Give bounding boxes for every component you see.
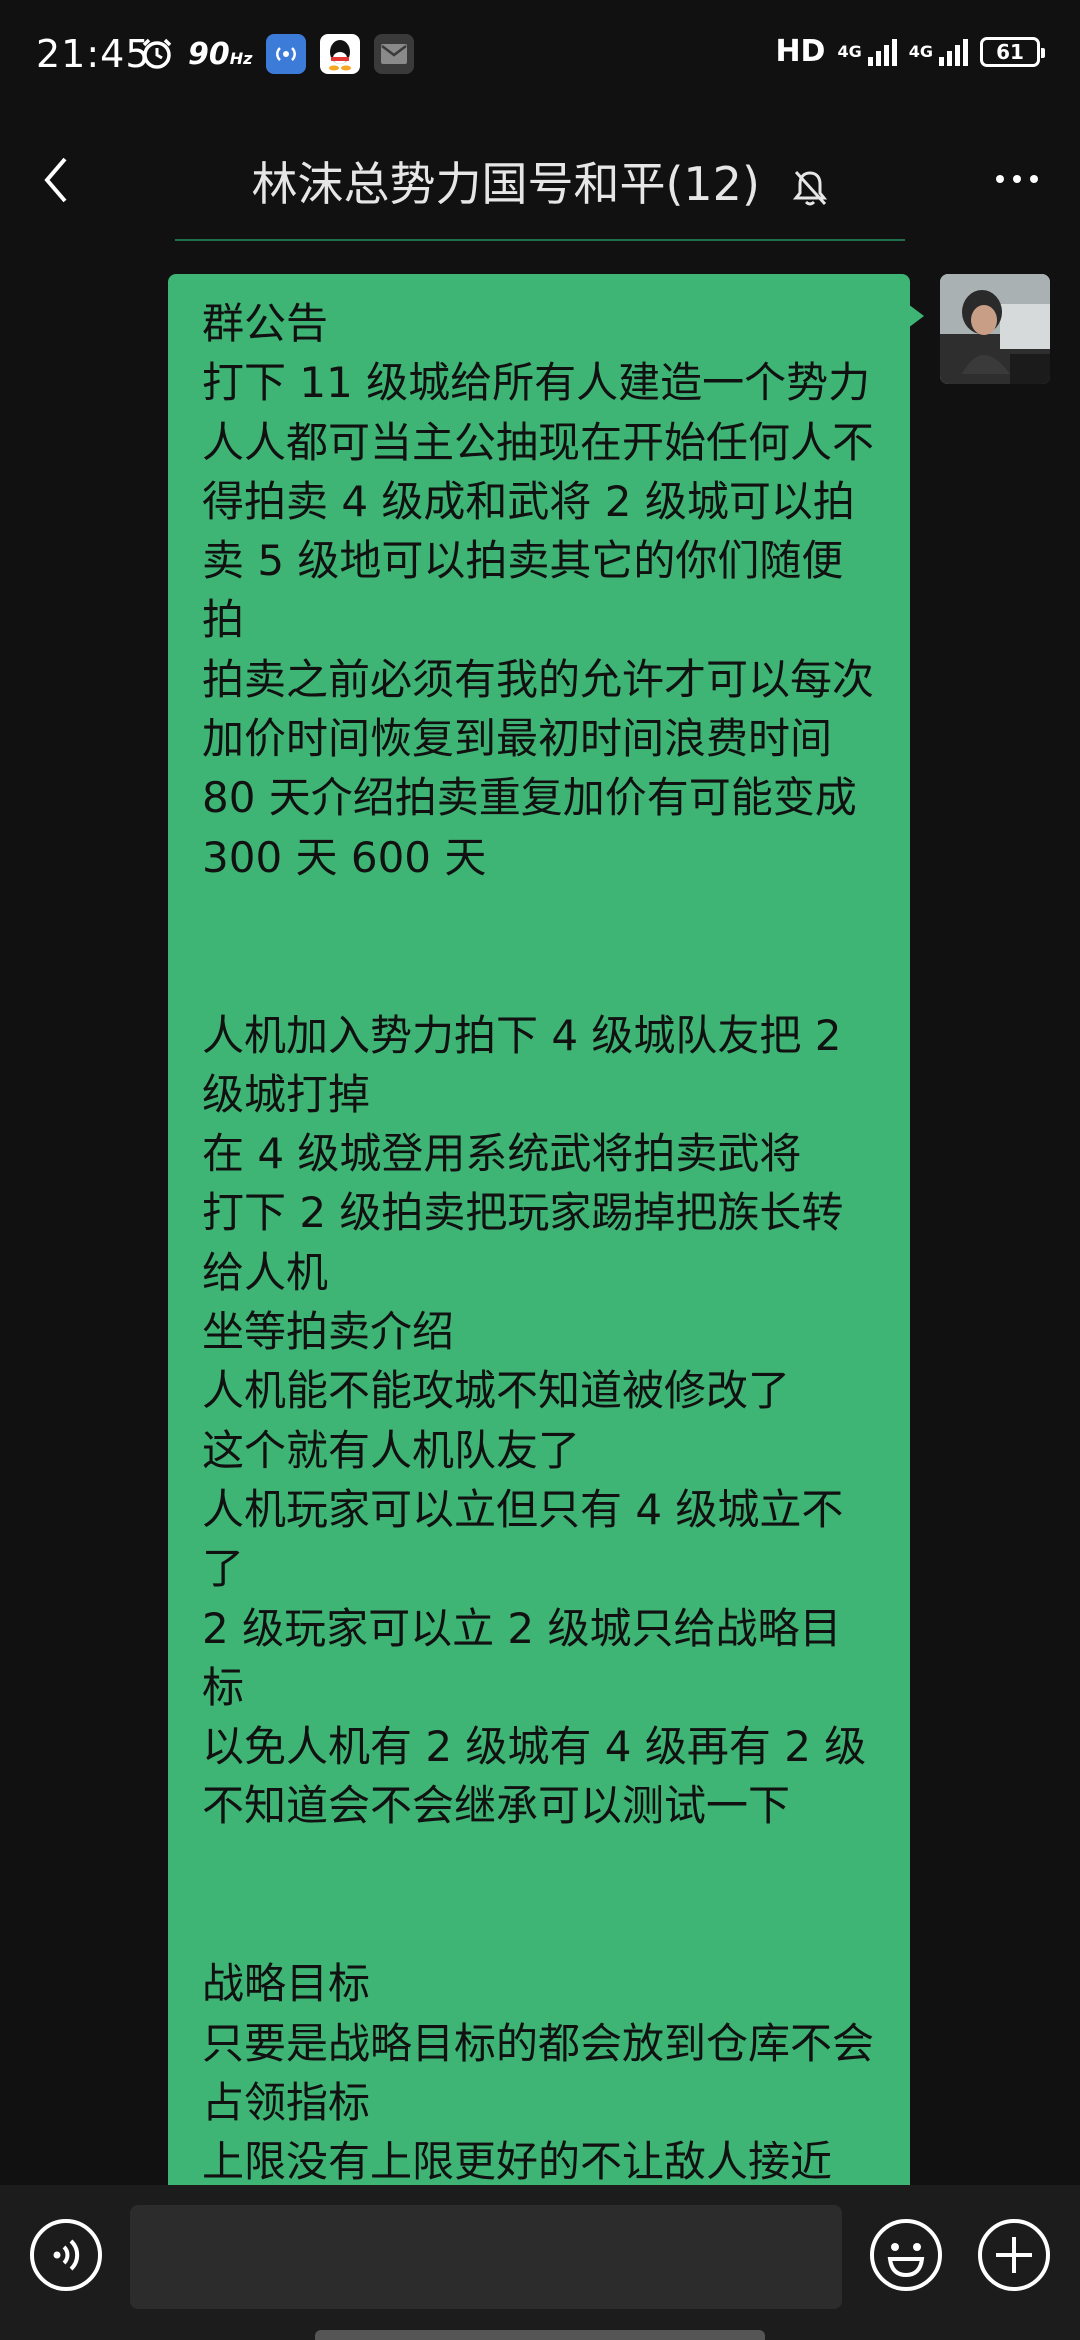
status-time: 21:45 — [36, 32, 151, 76]
avatar-photo — [940, 274, 1050, 384]
status-left-icons: 90Hz — [140, 34, 415, 74]
refresh-rate: 90Hz — [188, 36, 253, 72]
chat-header: 林沫总势力国号和平(12) — [0, 110, 1080, 241]
battery-level: 61 — [996, 39, 1024, 64]
input-bar — [0, 2185, 1080, 2340]
qq-app-icon — [320, 34, 361, 74]
signal-2-icon — [939, 38, 968, 66]
battery-icon: 61 — [980, 36, 1045, 67]
hotspot-app-icon — [266, 34, 307, 74]
plus-icon — [978, 2219, 1050, 2291]
message-text: 群公告 打下 11 级城给所有人建造一个势力人人都可当主公抽现在开始任何人不得拍… — [202, 299, 875, 2185]
more-dots-icon — [996, 175, 1038, 183]
voice-button[interactable] — [28, 2217, 104, 2293]
hd-indicator: HD — [775, 34, 826, 69]
message-app-icon — [374, 34, 415, 74]
voice-icon — [30, 2219, 102, 2291]
status-right: HD 4G 4G 61 — [775, 34, 1045, 69]
chat-screen: 21:45 90Hz HD 4G 4G 61 林沫总势力国号和平(12) 群公告… — [0, 0, 1080, 2340]
chat-title: 林沫总势力国号和平(12) — [251, 157, 760, 211]
message-bubble[interactable]: 群公告 打下 11 级城给所有人建造一个势力人人都可当主公抽现在开始任何人不得拍… — [168, 274, 924, 2185]
sender-avatar[interactable] — [940, 274, 1050, 384]
chat-area[interactable]: 群公告 打下 11 级城给所有人建造一个势力人人都可当主公抽现在开始任何人不得拍… — [0, 240, 1080, 2185]
alarm-icon — [142, 38, 172, 69]
signal-1-icon — [867, 38, 897, 66]
status-bar: 21:45 90Hz HD 4G 4G 61 — [0, 0, 1080, 110]
home-indicator[interactable] — [315, 2330, 765, 2340]
plus-button[interactable] — [976, 2217, 1052, 2293]
emoji-button[interactable] — [868, 2217, 944, 2293]
emoji-icon — [870, 2219, 942, 2291]
message-input[interactable] — [130, 2205, 842, 2309]
network-type-2: 4G — [908, 42, 933, 61]
network-type-1: 4G — [837, 42, 862, 61]
bell-off-icon — [792, 170, 827, 205]
more-options-button[interactable] — [982, 154, 1052, 204]
chat-title-group: 林沫总势力国号和平(12) — [0, 148, 1080, 214]
